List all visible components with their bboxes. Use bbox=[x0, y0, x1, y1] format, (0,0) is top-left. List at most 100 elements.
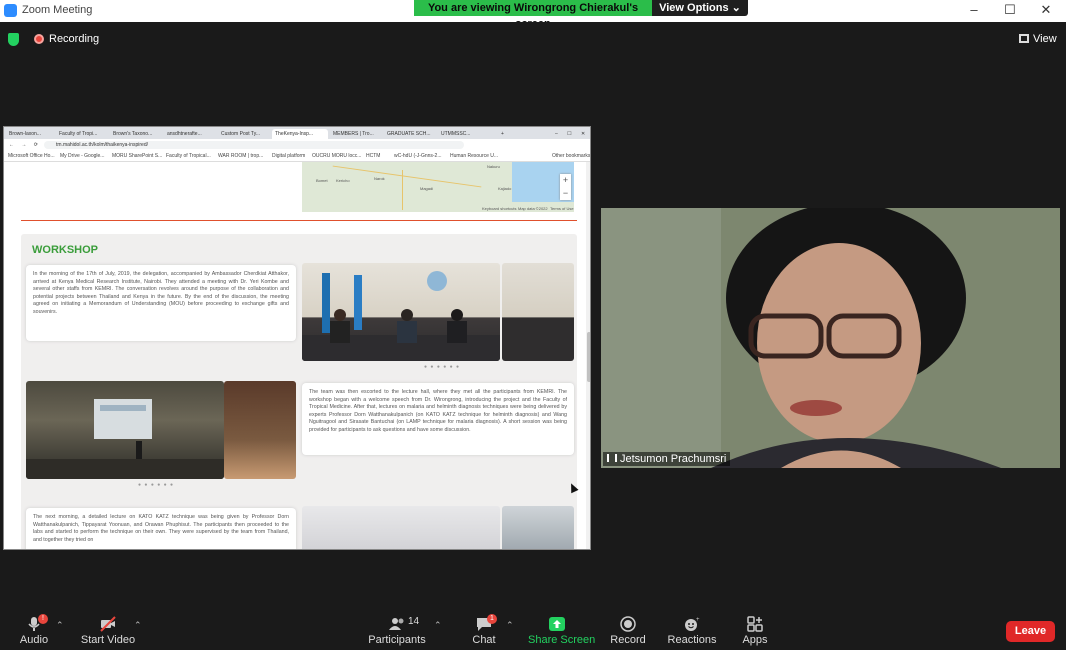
browser-tab[interactable]: GRADUATE SCH... bbox=[384, 129, 436, 139]
browser-tab[interactable]: UTMMSSC... bbox=[438, 129, 490, 139]
share-screen-button[interactable]: Share Screen bbox=[528, 606, 596, 650]
zoom-app-icon bbox=[4, 4, 17, 17]
participants-button[interactable]: Participants 14 bbox=[368, 606, 426, 650]
participant-name: Jetsumon Prachumsri bbox=[620, 453, 727, 465]
view-options-button[interactable]: View Options ⌄ bbox=[652, 0, 748, 16]
map-label: Kericho bbox=[336, 178, 350, 183]
apps-button[interactable]: Apps bbox=[738, 606, 772, 650]
meeting-topbar: Recording View bbox=[0, 22, 1066, 56]
recording-icon[interactable] bbox=[34, 34, 44, 44]
apps-icon bbox=[747, 616, 763, 632]
participant-video[interactable]: Jetsumon Prachumsri bbox=[601, 208, 1060, 468]
bookmark[interactable]: My Drive - Google... bbox=[60, 153, 104, 159]
carousel-dots[interactable]: ● ● ● ● ● ● bbox=[138, 482, 174, 488]
chat-button[interactable]: Chat 1 bbox=[470, 606, 498, 650]
reactions-label: Reactions bbox=[667, 634, 717, 646]
map-label: Kajiado bbox=[498, 186, 512, 191]
chevron-down-icon: ⌄ bbox=[731, 2, 741, 14]
browser-tab[interactable]: Custom Post Ty... bbox=[218, 129, 270, 139]
workshop-paragraph: In the morning of the 17th of July, 2019… bbox=[26, 265, 296, 341]
view-options-label: View Options bbox=[659, 2, 729, 14]
participants-options-caret-icon[interactable]: ⌃ bbox=[434, 620, 442, 631]
audio-options-caret-icon[interactable]: ⌃ bbox=[56, 620, 64, 631]
start-video-button[interactable]: Start Video bbox=[80, 606, 136, 650]
map-label: Narok bbox=[374, 176, 385, 181]
map-road bbox=[402, 170, 403, 210]
browser-tab[interactable]: Brown's Taxono... bbox=[110, 129, 162, 139]
bookmark[interactable]: Microsoft Office Ho... bbox=[8, 153, 55, 159]
browser-tabstrip: Brown-laxon... Faculty of Tropi... Brown… bbox=[4, 127, 590, 139]
audio-button[interactable]: Audio ! bbox=[16, 606, 52, 650]
chat-label: Chat bbox=[472, 634, 496, 646]
map-zoom-control[interactable]: + − bbox=[560, 174, 571, 200]
participants-count: 14 bbox=[408, 616, 420, 627]
map-label: Bomet bbox=[316, 178, 328, 183]
meeting-photo-2 bbox=[502, 263, 574, 361]
bookmark-other[interactable]: Other bookmarks bbox=[552, 153, 590, 159]
view-button[interactable]: View bbox=[1019, 33, 1057, 45]
map-label: Nakuru bbox=[487, 164, 500, 169]
minimize-icon[interactable]: – bbox=[964, 2, 984, 17]
carousel-dots[interactable]: ● ● ● ● ● ● bbox=[424, 364, 460, 370]
browser-tab[interactable]: Brown-laxon... bbox=[6, 129, 54, 139]
map-footer-link[interactable]: Terms of Use bbox=[550, 206, 574, 211]
record-button[interactable]: Record bbox=[608, 606, 648, 650]
bookmark[interactable]: Faculty of Tropical... bbox=[166, 153, 211, 159]
bookmarks-bar: Microsoft Office Ho... My Drive - Google… bbox=[4, 151, 590, 162]
browser-tab[interactable]: Faculty of Tropi... bbox=[56, 129, 108, 139]
view-label: View bbox=[1033, 33, 1057, 45]
scrollbar-thumb[interactable] bbox=[587, 332, 590, 382]
embedded-map[interactable]: Nakuru Narok Bomet Kericho Magadi Kajiad… bbox=[302, 162, 574, 212]
browser-window-controls[interactable]: – ☐ ✕ bbox=[552, 129, 590, 139]
section-divider bbox=[21, 220, 577, 221]
bookmark[interactable]: wC-hdU (-J-Gnns-2... bbox=[394, 153, 442, 159]
bookmark[interactable]: Human Resource U... bbox=[450, 153, 498, 159]
share-screen-label: Share Screen bbox=[528, 634, 596, 646]
photo-illustration bbox=[302, 271, 500, 361]
bookmark[interactable]: WAR ROOM | trop... bbox=[218, 153, 263, 159]
map-road bbox=[332, 165, 482, 188]
close-icon[interactable]: ✕ bbox=[1036, 2, 1056, 18]
window-title: Zoom Meeting bbox=[22, 4, 93, 16]
browser-tab[interactable]: MEMBERS | Tro... bbox=[330, 129, 382, 139]
browser-tab-active[interactable]: TheKenya-Insp... bbox=[272, 129, 328, 139]
reactions-icon: + bbox=[685, 617, 700, 631]
lecture-hall-photo-2 bbox=[224, 381, 296, 479]
bookmark[interactable]: HCTM bbox=[366, 153, 380, 159]
page-scrollbar[interactable] bbox=[586, 162, 590, 549]
record-label: Record bbox=[610, 634, 646, 646]
meeting-toolbar: Audio ! ⌃ Start Video ⌃ Participants 14 … bbox=[0, 606, 1066, 650]
browser-tab[interactable]: ansdhtnerafte... bbox=[164, 129, 216, 139]
workshop-paragraph: The next morning, a detailed lecture on … bbox=[26, 508, 296, 549]
audio-warning-badge: ! bbox=[38, 614, 48, 624]
bookmark[interactable]: Digital platform bbox=[272, 153, 305, 159]
browser-address-bar: ← → ⟳ ⌂ tm.mahidol.ac.th/kolm/thaikenya-… bbox=[4, 139, 590, 151]
reactions-button[interactable]: + Reactions bbox=[666, 606, 718, 650]
section-title: WORKSHOP bbox=[32, 244, 98, 256]
lab-photo bbox=[302, 506, 500, 549]
apps-label: Apps bbox=[742, 634, 768, 646]
url-field[interactable]: tm.mahidol.ac.th/kolm/thaikenya-inspired… bbox=[44, 141, 464, 149]
recording-label[interactable]: Recording bbox=[49, 33, 99, 45]
map-footer-link[interactable]: Keyboard shortcuts bbox=[482, 206, 516, 211]
maximize-icon[interactable]: ☐ bbox=[1000, 2, 1020, 18]
meeting-photo bbox=[302, 263, 500, 361]
viewing-screen-banner: You are viewing Wirongrong Chierakul's s… bbox=[414, 0, 652, 30]
signal-icon bbox=[607, 454, 617, 462]
map-label: Magadi bbox=[420, 186, 434, 191]
bookmark[interactable]: MORU SharePoint S... bbox=[112, 153, 162, 159]
video-options-caret-icon[interactable]: ⌃ bbox=[134, 620, 142, 631]
share-screen-icon bbox=[549, 617, 565, 631]
participant-illustration bbox=[601, 208, 1060, 468]
security-shield-icon[interactable] bbox=[8, 33, 19, 46]
record-icon bbox=[620, 616, 636, 632]
bookmark[interactable]: OUCRU MORU locc... bbox=[312, 153, 361, 159]
photo-illustration bbox=[26, 399, 224, 479]
map-footer-link: Map data ©2022 bbox=[518, 206, 548, 211]
new-tab-icon[interactable]: + bbox=[498, 129, 508, 139]
chat-options-caret-icon[interactable]: ⌃ bbox=[506, 620, 514, 631]
shared-screen: Brown-laxon... Faculty of Tropi... Brown… bbox=[3, 126, 591, 550]
grid-icon bbox=[1019, 34, 1029, 43]
leave-button[interactable]: Leave bbox=[1006, 621, 1055, 642]
svg-text:+: + bbox=[696, 617, 700, 623]
